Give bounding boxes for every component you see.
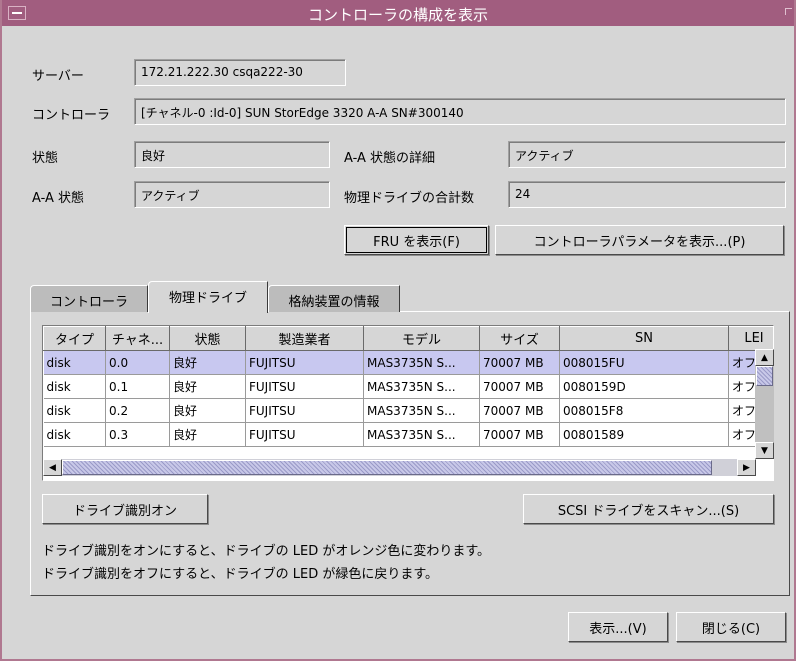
table-cell: 0.1 bbox=[105, 374, 170, 399]
column-header-size[interactable]: サイズ bbox=[479, 326, 560, 351]
vertical-scrollbar[interactable]: ▲ ▼ bbox=[755, 349, 774, 459]
table-cell: MAS3735N S... bbox=[363, 374, 480, 399]
table-cell: 70007 MB bbox=[479, 398, 560, 423]
aa-status-label: A-A 状態 bbox=[32, 191, 85, 206]
table-cell: disk bbox=[43, 350, 106, 375]
arrow-right-icon[interactable]: ▶ bbox=[737, 459, 756, 476]
drive-total-label: 物理ドライブの合計数 bbox=[344, 191, 475, 206]
horizontal-scrollbar[interactable]: ◀ ▶ bbox=[43, 459, 756, 476]
controller-field: [チャネル-0 :Id-0] SUN StorEdge 3320 A-A SN#… bbox=[134, 98, 786, 125]
table-cell: 70007 MB bbox=[479, 422, 560, 447]
table-cell: 0.3 bbox=[105, 422, 170, 447]
server-label: サーバー bbox=[32, 69, 84, 84]
vertical-scroll-thumb[interactable] bbox=[756, 366, 773, 386]
column-header-manufacturer[interactable]: 製造業者 bbox=[245, 326, 364, 351]
window-title: コントローラの構成を表示 bbox=[307, 6, 488, 24]
table-cell: 70007 MB bbox=[479, 350, 560, 375]
table-cell: FUJITSU bbox=[245, 422, 364, 447]
table-cell: 良好 bbox=[169, 422, 246, 447]
drive-total-field: 24 bbox=[508, 181, 786, 208]
aa-status-field: アクティブ bbox=[134, 181, 330, 208]
column-header-channel[interactable]: チャネ... bbox=[105, 326, 170, 351]
table-cell: disk bbox=[43, 374, 106, 399]
table-cell: 008015F8 bbox=[559, 398, 729, 423]
table-cell: MAS3735N S... bbox=[363, 398, 480, 423]
table-cell: 0.2 bbox=[105, 398, 170, 423]
table-row[interactable]: disk 0.0 良好 FUJITSU MAS3735N S... 70007 … bbox=[43, 350, 773, 375]
column-header-led[interactable]: LEI bbox=[728, 326, 773, 351]
identify-note-off: ドライブ識別をオフにすると、ドライブの LED が緑色に戻ります。 bbox=[42, 567, 439, 582]
table-row[interactable]: disk 0.1 良好 FUJITSU MAS3735N S... 70007 … bbox=[43, 374, 773, 399]
show-controller-params-button[interactable]: コントローラパラメータを表示...(P) bbox=[495, 225, 784, 255]
scan-scsi-drives-button[interactable]: SCSI ドライブをスキャン...(S) bbox=[523, 494, 774, 524]
drive-identify-on-button[interactable]: ドライブ識別オン bbox=[42, 494, 208, 524]
arrow-down-icon[interactable]: ▼ bbox=[755, 442, 774, 459]
tab-controller[interactable]: コントローラ bbox=[30, 285, 148, 312]
aa-detail-field: アクティブ bbox=[508, 141, 786, 168]
table-cell: 70007 MB bbox=[479, 374, 560, 399]
column-header-model[interactable]: モデル bbox=[363, 326, 480, 351]
table-row[interactable]: disk 0.3 良好 FUJITSU MAS3735N S... 70007 … bbox=[43, 422, 773, 447]
table-cell: 008015FU bbox=[559, 350, 729, 375]
maximize-icon[interactable] bbox=[785, 8, 792, 15]
show-fru-button[interactable]: FRU を表示(F) bbox=[344, 225, 489, 255]
controller-config-dialog: コントローラの構成を表示 サーバー 172.21.222.30 csqa222-… bbox=[0, 0, 796, 661]
horizontal-scroll-thumb[interactable] bbox=[62, 460, 712, 475]
status-label: 状態 bbox=[32, 151, 59, 166]
table-cell: 良好 bbox=[169, 350, 246, 375]
table-cell: 00801589 bbox=[559, 422, 729, 447]
table-cell: FUJITSU bbox=[245, 398, 364, 423]
column-header-type[interactable]: タイプ bbox=[43, 326, 106, 351]
status-field: 良好 bbox=[134, 141, 330, 168]
view-button[interactable]: 表示...(V) bbox=[568, 612, 668, 642]
table-cell: 良好 bbox=[169, 374, 246, 399]
title-bar[interactable]: コントローラの構成を表示 bbox=[2, 0, 794, 26]
table-cell: 0080159D bbox=[559, 374, 729, 399]
table-cell: FUJITSU bbox=[245, 374, 364, 399]
tab-enclosure-info[interactable]: 格納装置の情報 bbox=[268, 285, 400, 312]
aa-detail-label: A-A 状態の詳細 bbox=[344, 151, 436, 166]
table-cell: FUJITSU bbox=[245, 350, 364, 375]
server-field: 172.21.222.30 csqa222-30 bbox=[134, 59, 346, 86]
drives-table: タイプ チャネ... 状態 製造業者 モデル サイズ SN LEI disk 0… bbox=[42, 325, 774, 481]
arrow-up-icon[interactable]: ▲ bbox=[755, 349, 774, 366]
column-header-status[interactable]: 状態 bbox=[169, 326, 246, 351]
close-button[interactable]: 閉じる(C) bbox=[676, 612, 786, 642]
table-header-row: タイプ チャネ... 状態 製造業者 モデル サイズ SN LEI bbox=[43, 326, 773, 351]
table-cell: MAS3735N S... bbox=[363, 350, 480, 375]
table-cell: disk bbox=[43, 422, 106, 447]
table-row[interactable]: disk 0.2 良好 FUJITSU MAS3735N S... 70007 … bbox=[43, 398, 773, 423]
tab-physical-drives[interactable]: 物理ドライブ bbox=[148, 281, 268, 313]
column-header-sn[interactable]: SN bbox=[559, 326, 729, 351]
arrow-left-icon[interactable]: ◀ bbox=[43, 459, 62, 476]
table-cell: 良好 bbox=[169, 398, 246, 423]
table-cell: 0.0 bbox=[105, 350, 170, 375]
table-cell: MAS3735N S... bbox=[363, 422, 480, 447]
identify-note-on: ドライブ識別をオンにすると、ドライブの LED がオレンジ色に変わります。 bbox=[42, 544, 491, 559]
controller-label: コントローラ bbox=[32, 108, 111, 123]
table-cell: disk bbox=[43, 398, 106, 423]
